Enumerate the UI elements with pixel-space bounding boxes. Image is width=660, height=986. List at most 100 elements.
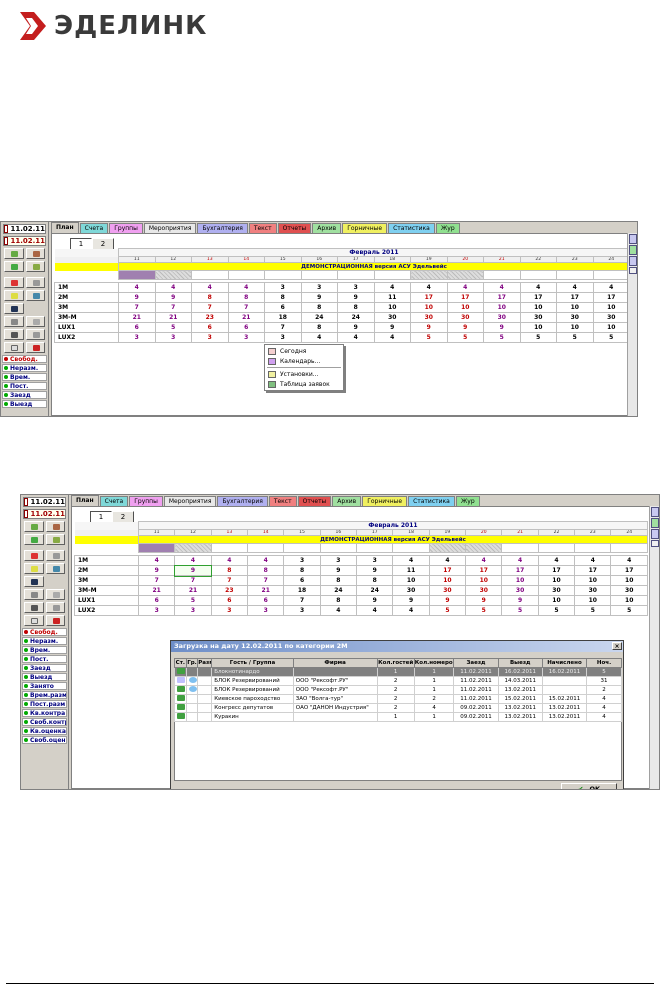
availability-cell[interactable]: 30: [501, 585, 539, 596]
tab-1[interactable]: План: [51, 222, 79, 233]
availability-cell[interactable]: 4: [118, 282, 156, 293]
availability-cell[interactable]: 10: [373, 302, 411, 313]
category-label[interactable]: 2М: [54, 292, 119, 303]
availability-cell[interactable]: 7: [137, 575, 176, 586]
day-mark[interactable]: [264, 270, 302, 280]
day-mark[interactable]: [392, 543, 430, 553]
checkin-button[interactable]: [24, 521, 44, 532]
legend-item[interactable]: Свобод.: [2, 355, 47, 363]
availability-cell[interactable]: 17: [410, 292, 448, 303]
tab-4[interactable]: Мероприятия: [143, 223, 197, 233]
print-button[interactable]: [4, 342, 24, 353]
availability-cell[interactable]: 6: [227, 322, 265, 333]
availability-cell[interactable]: 3: [283, 555, 321, 566]
availability-cell[interactable]: 3: [283, 605, 321, 616]
availability-cell[interactable]: 7: [283, 595, 321, 606]
availability-cell[interactable]: 8: [319, 595, 358, 606]
availability-cell[interactable]: 7: [264, 322, 302, 333]
link-button[interactable]: [45, 563, 65, 574]
availability-cell[interactable]: 5: [428, 605, 467, 616]
table-row[interactable]: Блокнотинардо 1 1 11.02.2011 16.02.2011 16.02…: [174, 667, 622, 677]
category-label[interactable]: 1М: [54, 282, 119, 293]
availability-cell[interactable]: 17: [610, 565, 648, 576]
availability-cell[interactable]: 8: [300, 302, 338, 313]
availability-cell[interactable]: 4: [428, 555, 467, 566]
availability-cell[interactable]: 9: [319, 565, 358, 576]
menu-item-calendar[interactable]: Календарь...: [265, 356, 343, 366]
tab-6[interactable]: Текст: [248, 223, 277, 233]
column-header[interactable]: Выезд: [497, 658, 543, 668]
availability-cell[interactable]: 17: [446, 292, 484, 303]
availability-cell[interactable]: 4: [519, 282, 557, 293]
availability-cell[interactable]: 24: [319, 585, 358, 596]
guest-button[interactable]: [24, 602, 44, 613]
day-mark[interactable]: [210, 543, 249, 553]
availability-cell[interactable]: 17: [556, 292, 594, 303]
availability-cell[interactable]: 11: [373, 292, 411, 303]
column-header[interactable]: Ноч.: [586, 658, 622, 668]
availability-cell[interactable]: 3: [264, 282, 302, 293]
availability-cell[interactable]: 10: [592, 302, 630, 313]
availability-cell[interactable]: 4: [154, 282, 192, 293]
legend-item[interactable]: Врем.разм: [22, 691, 67, 699]
availability-cell[interactable]: 10: [556, 302, 594, 313]
availability-cell[interactable]: 8: [191, 292, 229, 303]
availability-cell[interactable]: 4: [483, 282, 521, 293]
tool-button[interactable]: [629, 234, 637, 244]
availability-cell[interactable]: 21: [118, 312, 156, 323]
link-button[interactable]: [25, 290, 45, 301]
category-label[interactable]: LUX1: [74, 595, 139, 606]
legend-item[interactable]: Свобод.: [22, 628, 67, 636]
availability-cell[interactable]: 4: [465, 555, 503, 566]
availability-cell[interactable]: 10: [465, 575, 503, 586]
menu-item-settings[interactable]: Установки...: [265, 369, 343, 379]
day-mark[interactable]: [465, 543, 503, 553]
day-mark[interactable]: [410, 270, 448, 280]
availability-cell[interactable]: 7: [227, 302, 265, 313]
availability-cell[interactable]: 10: [519, 302, 557, 313]
availability-cell[interactable]: 30: [574, 585, 612, 596]
availability-cell[interactable]: 30: [556, 312, 594, 323]
availability-cell[interactable]: 5: [483, 332, 521, 343]
availability-cell[interactable]: 30: [410, 312, 448, 323]
column-header[interactable]: Фирма: [292, 658, 378, 668]
category-label[interactable]: LUX1: [54, 322, 119, 333]
availability-cell[interactable]: 17: [501, 565, 539, 576]
date-current[interactable]: 11.02.11: [3, 224, 46, 234]
availability-cell[interactable]: 8: [247, 565, 285, 576]
availability-cell[interactable]: 5: [465, 605, 503, 616]
tab-9[interactable]: Горничные: [362, 496, 408, 506]
availability-cell[interactable]: 30: [592, 312, 630, 323]
column-header[interactable]: Разм: [197, 658, 213, 668]
day-mark[interactable]: [118, 270, 156, 280]
category-label[interactable]: LUX2: [74, 605, 139, 616]
checkout-button[interactable]: [25, 248, 45, 259]
scroll-up-button[interactable]: [651, 540, 659, 547]
exit-button[interactable]: [25, 342, 45, 353]
day-mark[interactable]: [137, 543, 176, 553]
availability-cell[interactable]: 5: [556, 332, 594, 343]
availability-cell[interactable]: 4: [574, 555, 612, 566]
view-button[interactable]: [24, 576, 44, 587]
availability-cell[interactable]: 3: [118, 332, 156, 343]
tool-button[interactable]: [651, 518, 659, 528]
tab-11[interactable]: Жур: [455, 496, 480, 506]
category-label[interactable]: 3М: [74, 575, 139, 586]
availability-cell[interactable]: 9: [337, 292, 375, 303]
availability-cell[interactable]: 9: [154, 292, 192, 303]
date-selected[interactable]: 11.02.11: [3, 236, 46, 246]
availability-cell[interactable]: 5: [574, 605, 612, 616]
legend-item[interactable]: Пост.: [22, 655, 67, 663]
availability-cell[interactable]: 10: [428, 575, 467, 586]
availability-cell[interactable]: 9: [501, 595, 539, 606]
availability-cell[interactable]: 9: [118, 292, 156, 303]
legend-item[interactable]: Врем.: [2, 373, 47, 381]
availability-cell[interactable]: 30: [392, 585, 430, 596]
date-current[interactable]: 11.02.11: [23, 497, 66, 507]
availability-cell[interactable]: 6: [247, 595, 285, 606]
availability-cell[interactable]: 5: [446, 332, 484, 343]
availability-cell[interactable]: 4: [319, 605, 358, 616]
cancel-button[interactable]: [24, 550, 44, 561]
tab-10[interactable]: Статистика: [388, 223, 435, 233]
availability-cell[interactable]: 3: [356, 555, 394, 566]
